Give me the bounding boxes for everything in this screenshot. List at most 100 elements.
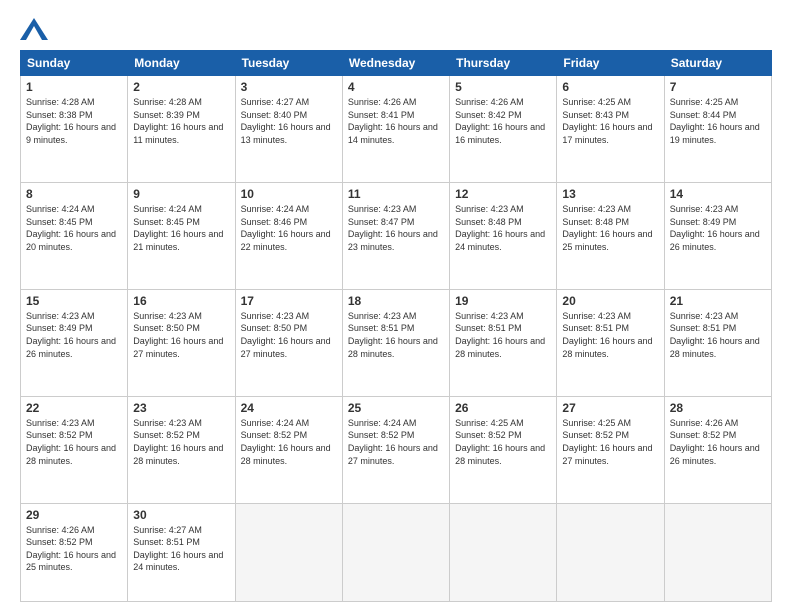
calendar-cell: 7 Sunrise: 4:25 AMSunset: 8:44 PMDayligh… bbox=[664, 76, 771, 183]
cell-info: Sunrise: 4:25 AMSunset: 8:44 PMDaylight:… bbox=[670, 97, 760, 145]
calendar-cell: 28 Sunrise: 4:26 AMSunset: 8:52 PMDaylig… bbox=[664, 396, 771, 503]
cell-info: Sunrise: 4:23 AMSunset: 8:47 PMDaylight:… bbox=[348, 204, 438, 252]
week-row: 15 Sunrise: 4:23 AMSunset: 8:49 PMDaylig… bbox=[21, 289, 772, 396]
cell-info: Sunrise: 4:26 AMSunset: 8:42 PMDaylight:… bbox=[455, 97, 545, 145]
calendar-cell: 17 Sunrise: 4:23 AMSunset: 8:50 PMDaylig… bbox=[235, 289, 342, 396]
calendar-cell: 15 Sunrise: 4:23 AMSunset: 8:49 PMDaylig… bbox=[21, 289, 128, 396]
calendar-cell: 21 Sunrise: 4:23 AMSunset: 8:51 PMDaylig… bbox=[664, 289, 771, 396]
week-row: 22 Sunrise: 4:23 AMSunset: 8:52 PMDaylig… bbox=[21, 396, 772, 503]
day-number: 27 bbox=[562, 401, 658, 415]
day-number: 2 bbox=[133, 80, 229, 94]
cell-info: Sunrise: 4:24 AMSunset: 8:52 PMDaylight:… bbox=[241, 418, 331, 466]
cell-info: Sunrise: 4:23 AMSunset: 8:52 PMDaylight:… bbox=[133, 418, 223, 466]
weekday-header: Thursday bbox=[450, 51, 557, 76]
day-number: 6 bbox=[562, 80, 658, 94]
day-number: 20 bbox=[562, 294, 658, 308]
calendar-cell bbox=[235, 503, 342, 601]
calendar-cell: 4 Sunrise: 4:26 AMSunset: 8:41 PMDayligh… bbox=[342, 76, 449, 183]
day-number: 11 bbox=[348, 187, 444, 201]
day-number: 24 bbox=[241, 401, 337, 415]
weekday-header-row: SundayMondayTuesdayWednesdayThursdayFrid… bbox=[21, 51, 772, 76]
weekday-header: Monday bbox=[128, 51, 235, 76]
calendar-cell: 9 Sunrise: 4:24 AMSunset: 8:45 PMDayligh… bbox=[128, 182, 235, 289]
cell-info: Sunrise: 4:24 AMSunset: 8:45 PMDaylight:… bbox=[133, 204, 223, 252]
day-number: 22 bbox=[26, 401, 122, 415]
weekday-header: Tuesday bbox=[235, 51, 342, 76]
cell-info: Sunrise: 4:24 AMSunset: 8:52 PMDaylight:… bbox=[348, 418, 438, 466]
day-number: 17 bbox=[241, 294, 337, 308]
day-number: 16 bbox=[133, 294, 229, 308]
weekday-header: Wednesday bbox=[342, 51, 449, 76]
calendar-cell bbox=[342, 503, 449, 601]
calendar-cell: 2 Sunrise: 4:28 AMSunset: 8:39 PMDayligh… bbox=[128, 76, 235, 183]
day-number: 1 bbox=[26, 80, 122, 94]
cell-info: Sunrise: 4:28 AMSunset: 8:38 PMDaylight:… bbox=[26, 97, 116, 145]
day-number: 9 bbox=[133, 187, 229, 201]
calendar-table: SundayMondayTuesdayWednesdayThursdayFrid… bbox=[20, 50, 772, 602]
cell-info: Sunrise: 4:27 AMSunset: 8:51 PMDaylight:… bbox=[133, 525, 223, 573]
cell-info: Sunrise: 4:23 AMSunset: 8:51 PMDaylight:… bbox=[670, 311, 760, 359]
cell-info: Sunrise: 4:23 AMSunset: 8:48 PMDaylight:… bbox=[455, 204, 545, 252]
calendar-cell: 8 Sunrise: 4:24 AMSunset: 8:45 PMDayligh… bbox=[21, 182, 128, 289]
cell-info: Sunrise: 4:23 AMSunset: 8:48 PMDaylight:… bbox=[562, 204, 652, 252]
day-number: 19 bbox=[455, 294, 551, 308]
calendar-cell: 6 Sunrise: 4:25 AMSunset: 8:43 PMDayligh… bbox=[557, 76, 664, 183]
calendar-cell bbox=[450, 503, 557, 601]
cell-info: Sunrise: 4:23 AMSunset: 8:49 PMDaylight:… bbox=[26, 311, 116, 359]
cell-info: Sunrise: 4:23 AMSunset: 8:51 PMDaylight:… bbox=[455, 311, 545, 359]
day-number: 14 bbox=[670, 187, 766, 201]
calendar-cell: 18 Sunrise: 4:23 AMSunset: 8:51 PMDaylig… bbox=[342, 289, 449, 396]
week-row: 29 Sunrise: 4:26 AMSunset: 8:52 PMDaylig… bbox=[21, 503, 772, 601]
cell-info: Sunrise: 4:24 AMSunset: 8:46 PMDaylight:… bbox=[241, 204, 331, 252]
calendar-cell: 22 Sunrise: 4:23 AMSunset: 8:52 PMDaylig… bbox=[21, 396, 128, 503]
calendar-cell: 11 Sunrise: 4:23 AMSunset: 8:47 PMDaylig… bbox=[342, 182, 449, 289]
cell-info: Sunrise: 4:24 AMSunset: 8:45 PMDaylight:… bbox=[26, 204, 116, 252]
cell-info: Sunrise: 4:26 AMSunset: 8:52 PMDaylight:… bbox=[26, 525, 116, 573]
day-number: 25 bbox=[348, 401, 444, 415]
calendar-cell: 27 Sunrise: 4:25 AMSunset: 8:52 PMDaylig… bbox=[557, 396, 664, 503]
calendar-cell: 29 Sunrise: 4:26 AMSunset: 8:52 PMDaylig… bbox=[21, 503, 128, 601]
cell-info: Sunrise: 4:23 AMSunset: 8:50 PMDaylight:… bbox=[241, 311, 331, 359]
weekday-header: Sunday bbox=[21, 51, 128, 76]
calendar-cell: 1 Sunrise: 4:28 AMSunset: 8:38 PMDayligh… bbox=[21, 76, 128, 183]
cell-info: Sunrise: 4:26 AMSunset: 8:52 PMDaylight:… bbox=[670, 418, 760, 466]
cell-info: Sunrise: 4:23 AMSunset: 8:51 PMDaylight:… bbox=[562, 311, 652, 359]
calendar-cell: 12 Sunrise: 4:23 AMSunset: 8:48 PMDaylig… bbox=[450, 182, 557, 289]
day-number: 26 bbox=[455, 401, 551, 415]
cell-info: Sunrise: 4:28 AMSunset: 8:39 PMDaylight:… bbox=[133, 97, 223, 145]
weekday-header: Friday bbox=[557, 51, 664, 76]
calendar-cell: 5 Sunrise: 4:26 AMSunset: 8:42 PMDayligh… bbox=[450, 76, 557, 183]
cell-info: Sunrise: 4:23 AMSunset: 8:50 PMDaylight:… bbox=[133, 311, 223, 359]
day-number: 29 bbox=[26, 508, 122, 522]
calendar-cell bbox=[664, 503, 771, 601]
logo-icon bbox=[20, 18, 48, 40]
week-row: 1 Sunrise: 4:28 AMSunset: 8:38 PMDayligh… bbox=[21, 76, 772, 183]
calendar-cell: 20 Sunrise: 4:23 AMSunset: 8:51 PMDaylig… bbox=[557, 289, 664, 396]
calendar-cell: 23 Sunrise: 4:23 AMSunset: 8:52 PMDaylig… bbox=[128, 396, 235, 503]
header bbox=[20, 18, 772, 40]
calendar-cell: 25 Sunrise: 4:24 AMSunset: 8:52 PMDaylig… bbox=[342, 396, 449, 503]
day-number: 13 bbox=[562, 187, 658, 201]
calendar-cell: 19 Sunrise: 4:23 AMSunset: 8:51 PMDaylig… bbox=[450, 289, 557, 396]
weekday-header: Saturday bbox=[664, 51, 771, 76]
day-number: 3 bbox=[241, 80, 337, 94]
day-number: 5 bbox=[455, 80, 551, 94]
day-number: 7 bbox=[670, 80, 766, 94]
calendar-cell: 13 Sunrise: 4:23 AMSunset: 8:48 PMDaylig… bbox=[557, 182, 664, 289]
day-number: 4 bbox=[348, 80, 444, 94]
logo bbox=[20, 18, 52, 40]
cell-info: Sunrise: 4:26 AMSunset: 8:41 PMDaylight:… bbox=[348, 97, 438, 145]
calendar-cell: 10 Sunrise: 4:24 AMSunset: 8:46 PMDaylig… bbox=[235, 182, 342, 289]
calendar-cell: 16 Sunrise: 4:23 AMSunset: 8:50 PMDaylig… bbox=[128, 289, 235, 396]
calendar-cell: 24 Sunrise: 4:24 AMSunset: 8:52 PMDaylig… bbox=[235, 396, 342, 503]
week-row: 8 Sunrise: 4:24 AMSunset: 8:45 PMDayligh… bbox=[21, 182, 772, 289]
day-number: 15 bbox=[26, 294, 122, 308]
day-number: 23 bbox=[133, 401, 229, 415]
calendar-cell bbox=[557, 503, 664, 601]
cell-info: Sunrise: 4:25 AMSunset: 8:52 PMDaylight:… bbox=[562, 418, 652, 466]
day-number: 10 bbox=[241, 187, 337, 201]
day-number: 12 bbox=[455, 187, 551, 201]
calendar-cell: 26 Sunrise: 4:25 AMSunset: 8:52 PMDaylig… bbox=[450, 396, 557, 503]
day-number: 28 bbox=[670, 401, 766, 415]
cell-info: Sunrise: 4:23 AMSunset: 8:49 PMDaylight:… bbox=[670, 204, 760, 252]
